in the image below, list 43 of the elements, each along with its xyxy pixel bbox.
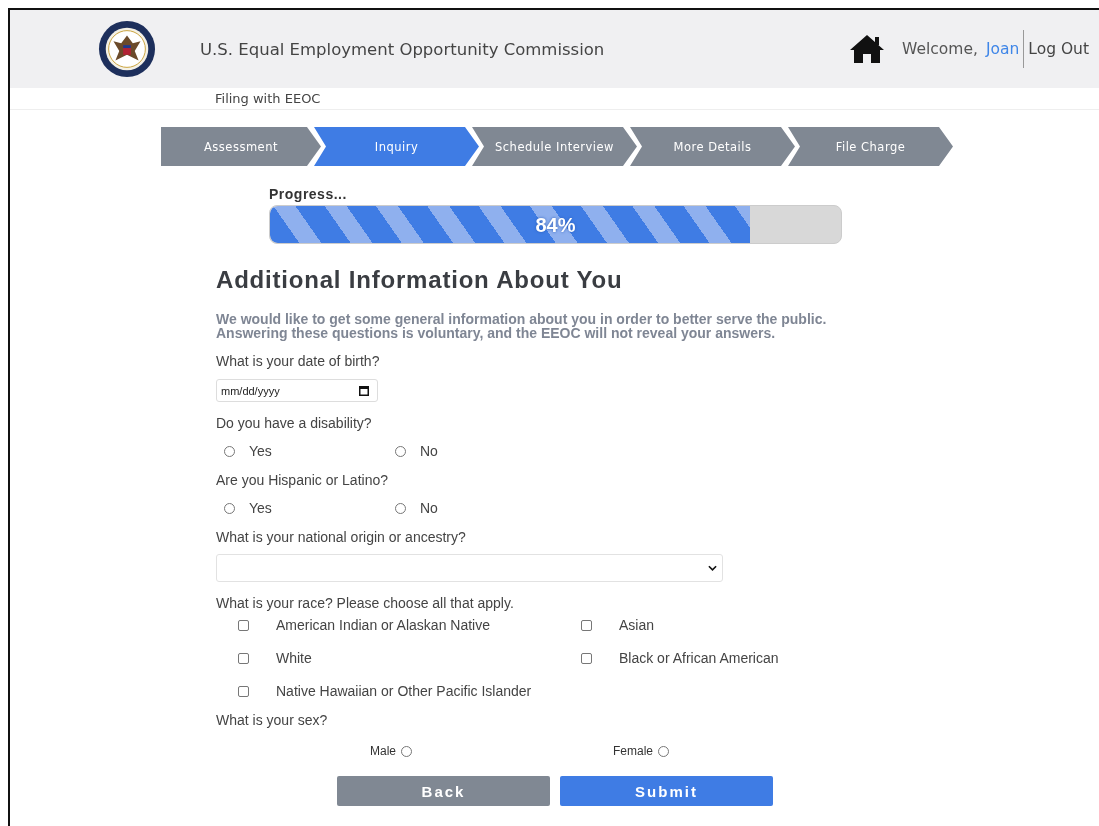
option-label: No <box>420 443 438 459</box>
option-label: White <box>276 650 312 666</box>
calendar-icon[interactable] <box>359 386 369 396</box>
site-title: U.S. Equal Employment Opportunity Commission <box>200 39 606 59</box>
question-label: What is your date of birth? <box>216 353 381 369</box>
logout-link[interactable]: Log Out <box>1028 40 1089 58</box>
date-field[interactable]: mm/dd/yyyy <box>216 379 378 402</box>
question-label: Do you have a disability? <box>216 415 373 431</box>
home-icon[interactable] <box>849 34 886 64</box>
user-link[interactable]: Joan <box>985 40 1020 58</box>
progress-label: Progress... <box>269 186 348 202</box>
submit-button[interactable]: Submit <box>560 776 773 806</box>
question-label: Are you Hispanic or Latino? <box>216 472 389 488</box>
option-label: No <box>420 500 438 516</box>
checkbox[interactable] <box>238 619 249 631</box>
chevron-down-icon <box>708 565 717 571</box>
question-label: What is your national origin or ancestry? <box>216 529 467 545</box>
intro-text: We would like to get some general information about you in order to better serve the public. Answering these questions is voluntary, and the EEOC will not reveal your answers. <box>216 312 828 340</box>
step-tab[interactable]: More Details <box>630 127 795 166</box>
step-tab[interactable]: Assessment <box>161 127 321 166</box>
checkbox[interactable] <box>238 652 249 664</box>
option-label: Asian <box>619 617 655 633</box>
option-label: American Indian or Alaskan Native <box>276 617 490 633</box>
checkbox[interactable] <box>581 652 592 664</box>
seal-logo <box>98 20 156 78</box>
step-tab[interactable]: Inquiry <box>314 127 479 166</box>
option-label: Black or African American <box>619 650 779 666</box>
question-label: What is your sex? <box>216 712 329 728</box>
option-label: Native Hawaiian or Other Pacific Islander <box>276 683 532 699</box>
question-label: What is your race? Please choose all that apply. <box>216 595 515 611</box>
breadcrumb-text: Filing with EEOC <box>215 91 321 106</box>
option-label: Yes <box>249 443 272 459</box>
option-label: Yes <box>249 500 272 516</box>
option-label: Female <box>613 744 653 758</box>
step-tab[interactable]: File Charge <box>788 127 953 166</box>
checkbox[interactable] <box>581 619 592 631</box>
page-heading: Additional Information About You <box>216 266 624 294</box>
welcome-text: Welcome, <box>902 40 978 58</box>
checkbox[interactable] <box>238 685 249 697</box>
dropdown-field[interactable] <box>216 554 723 582</box>
back-button[interactable]: Back <box>337 776 550 806</box>
step-tab[interactable]: Schedule Interview <box>472 127 637 166</box>
option-label: Male <box>370 744 396 758</box>
